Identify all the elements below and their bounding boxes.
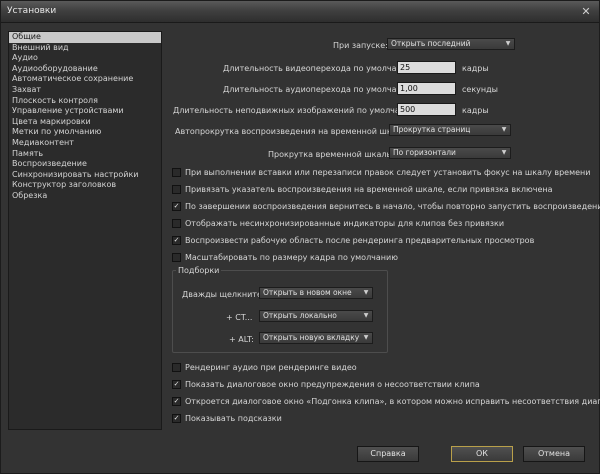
category-list[interactable]: Общие Внешний вид Аудио Аудиооборудование Ав… (8, 31, 162, 430)
audio-transition-unit: секунды (462, 85, 498, 94)
checkbox-checked[interactable]: ✓ (172, 202, 181, 211)
audio-transition-field[interactable]: 1,00 (397, 82, 456, 95)
timeline-scroll-dropdown[interactable]: По горизонтали ▼ (389, 147, 511, 159)
checkbox-unchecked[interactable] (172, 253, 181, 262)
close-icon[interactable]: ✕ (578, 5, 594, 19)
double-click-label: Дважды щелкните: (182, 290, 265, 299)
chevron-down-icon: ▼ (363, 289, 369, 296)
chevron-down-icon: ▼ (363, 312, 369, 319)
video-transition-label: Длительность видеоперехода по умолчанию: (223, 64, 417, 73)
chevron-down-icon: ▼ (505, 40, 511, 47)
alt-dropdown-value: Открыть новую вкладку (263, 333, 360, 342)
sidebar-item[interactable]: Управление устройствами (9, 106, 161, 117)
checkbox-unchecked[interactable] (172, 185, 181, 194)
alt-dropdown[interactable]: Открыть новую вкладку ▼ (259, 332, 373, 344)
chevron-down-icon: ▼ (501, 149, 507, 156)
sidebar-item[interactable]: Медиаконтент (9, 138, 161, 149)
checkbox-label: По завершении воспроизведения вернитесь … (185, 202, 600, 211)
timeline-scroll-dropdown-value: По горизонтали (393, 148, 456, 157)
sidebar-item[interactable]: Синхронизировать настройки (9, 170, 161, 181)
sidebar-item[interactable]: Автоматическое сохранение (9, 74, 161, 85)
startup-dropdown-value: Открыть последний (391, 39, 471, 48)
checkbox-unchecked[interactable] (172, 168, 181, 177)
sidebar-item[interactable]: Захват (9, 85, 161, 96)
sidebar-item[interactable]: Плоскость контроля (9, 96, 161, 107)
autoscroll-dropdown[interactable]: Прокрутка страниц ▼ (389, 124, 511, 136)
ok-button[interactable]: ОК (451, 446, 513, 462)
autoscroll-label: Автопрокрутка воспроизведения на временн… (175, 127, 410, 136)
chevron-down-icon: ▼ (363, 334, 369, 341)
still-image-field[interactable]: 500 (397, 103, 456, 116)
video-transition-unit: кадры (462, 64, 489, 73)
startup-label: При запуске: (333, 41, 388, 50)
checkbox-label: Показывать подсказки (185, 414, 282, 423)
sidebar-item[interactable]: Аудио (9, 53, 161, 64)
window-title: Установки (7, 6, 57, 16)
sidebar-item[interactable]: Воспроизведение (9, 159, 161, 170)
sidebar-item[interactable]: Внешний вид (9, 43, 161, 54)
sidebar-item[interactable]: Общие (9, 32, 161, 43)
sidebar-item[interactable]: Обрезка (9, 191, 161, 202)
checkbox-unchecked[interactable] (172, 219, 181, 228)
double-click-dropdown[interactable]: Открыть в новом окне ▼ (259, 287, 373, 299)
checkbox-checked[interactable]: ✓ (172, 397, 181, 406)
checkbox-label: Отображать несинхронизированные индикато… (185, 219, 505, 228)
checkbox-label: Привязать указатель воспроизведения на в… (185, 185, 553, 194)
checkbox-label: Воспроизвести рабочую область после ренд… (185, 236, 535, 245)
checkbox-label: Масштабировать по размеру кадра по умолч… (185, 253, 398, 262)
title-bar[interactable]: Установки ✕ (1, 1, 599, 23)
audio-transition-label: Длительность аудиоперехода по умолчанию: (223, 85, 417, 94)
sidebar-item[interactable]: Цвета маркировки (9, 117, 161, 128)
checkbox-checked[interactable]: ✓ (172, 414, 181, 423)
checkbox-unchecked[interactable] (172, 363, 181, 372)
chevron-down-icon: ▼ (501, 126, 507, 133)
checkbox-label: Откроется диалоговое окно «Подгонка клип… (185, 397, 600, 406)
video-transition-field[interactable]: 25 (397, 61, 456, 74)
double-click-dropdown-value: Открыть в новом окне (263, 288, 352, 297)
bins-group-title: Подборки (176, 266, 222, 275)
autoscroll-dropdown-value: Прокрутка страниц (393, 125, 471, 134)
checkbox-label: Показать диалоговое окно предупреждения … (185, 380, 480, 389)
checkbox-label: Рендеринг аудио при рендеринге видео (185, 363, 357, 372)
ctrl-label: + CT... (226, 313, 253, 322)
checkbox-label: При выполнении вставки или перезаписи пр… (185, 168, 591, 177)
startup-dropdown[interactable]: Открыть последний ▼ (387, 38, 515, 50)
timeline-scroll-label: Прокрутка временной шкалы: (268, 150, 396, 159)
sidebar-item[interactable]: Память (9, 149, 161, 160)
sidebar-item[interactable]: Метки по умолчанию (9, 127, 161, 138)
cancel-button[interactable]: Отмена (523, 446, 585, 462)
still-image-label: Длительность неподвижных изображений по … (173, 106, 420, 115)
sidebar-item[interactable]: Конструктор заголовков (9, 180, 161, 191)
still-image-unit: кадры (462, 106, 489, 115)
ctrl-dropdown[interactable]: Открыть локально ▼ (259, 310, 373, 322)
checkbox-checked[interactable]: ✓ (172, 236, 181, 245)
ctrl-dropdown-value: Открыть локально (263, 311, 337, 320)
sidebar-item[interactable]: Аудиооборудование (9, 64, 161, 75)
help-button[interactable]: Справка (357, 446, 419, 462)
alt-label: + ALT: (229, 335, 254, 344)
checkbox-checked[interactable]: ✓ (172, 380, 181, 389)
